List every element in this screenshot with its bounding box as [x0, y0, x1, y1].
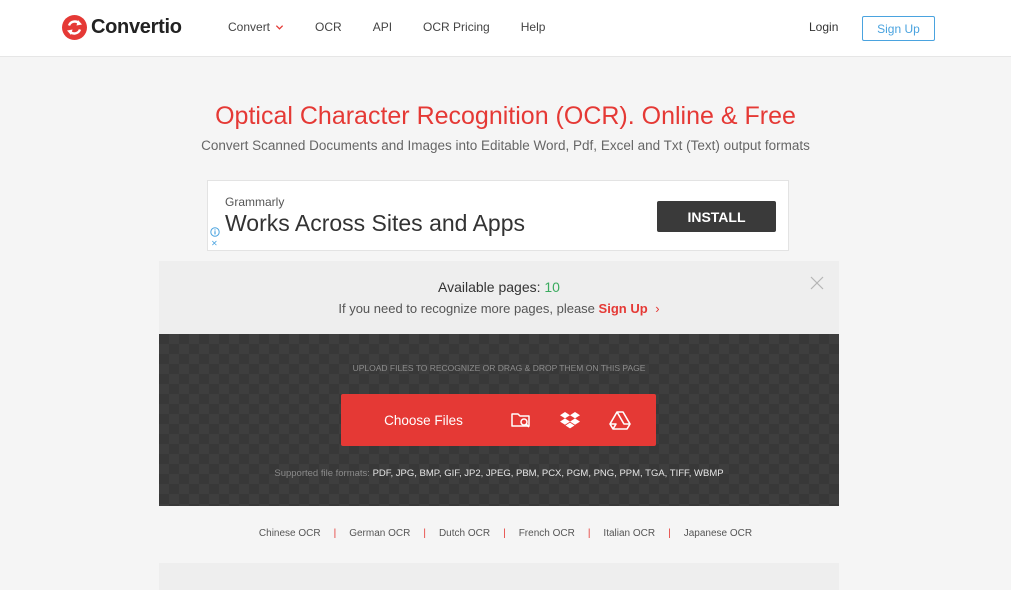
supported-formats-list: PDF, JPG, BMP, GIF, JP2, JPEG, PBM, PCX,…	[372, 468, 724, 479]
nav-ocr[interactable]: OCR	[315, 20, 342, 34]
supported-formats-label: Supported file formats:	[274, 468, 370, 479]
more-pages-text: If you need to recognize more pages, ple…	[338, 301, 595, 316]
ad-banner[interactable]: Grammarly Works Across Sites and Apps IN…	[207, 180, 789, 251]
signup-link-label: Sign Up	[598, 301, 648, 316]
dropbox-icon[interactable]	[559, 409, 581, 431]
convertio-logo-icon	[62, 15, 87, 40]
lang-link-french[interactable]: French OCR	[519, 528, 575, 539]
more-pages-message: If you need to recognize more pages, ple…	[159, 301, 839, 316]
lang-link-chinese[interactable]: Chinese OCR	[259, 528, 321, 539]
content-panel	[159, 563, 839, 590]
available-pages-panel: Available pages: 10 If you need to recog…	[159, 261, 839, 334]
nav-convert-label: Convert	[228, 20, 271, 34]
signup-button[interactable]: Sign Up	[862, 16, 935, 41]
lang-link-japanese[interactable]: Japanese OCR	[684, 528, 752, 539]
file-drop-zone[interactable]: UPLOAD FILES TO RECOGNIZE OR DRAG & DROP…	[159, 334, 839, 506]
nav-convert[interactable]: Convert	[228, 20, 284, 34]
separator: |	[423, 528, 426, 539]
ad-brand: Grammarly	[225, 195, 285, 209]
nav-api[interactable]: API	[373, 20, 392, 34]
available-pages-count: 10	[544, 279, 560, 295]
logo-text: Convertio	[91, 16, 182, 38]
separator: |	[668, 528, 671, 539]
login-link[interactable]: Login	[809, 20, 838, 34]
ad-install-button[interactable]: INSTALL	[657, 201, 776, 232]
main-nav: Convert OCR API OCR Pricing Help	[228, 20, 545, 34]
signup-link[interactable]: Sign Up ›	[599, 301, 660, 316]
google-drive-icon[interactable]	[609, 409, 631, 431]
supported-formats: Supported file formats: PDF, JPG, BMP, G…	[159, 468, 839, 479]
close-icon[interactable]	[810, 276, 824, 290]
folder-search-icon[interactable]	[510, 409, 532, 431]
lang-link-italian[interactable]: Italian OCR	[603, 528, 655, 539]
ad-close-icon[interactable]: ✕	[211, 240, 218, 248]
page-title: Optical Character Recognition (OCR). Onl…	[215, 102, 796, 130]
lang-link-german[interactable]: German OCR	[349, 528, 410, 539]
logo[interactable]: Convertio	[62, 15, 182, 40]
separator: |	[503, 528, 506, 539]
separator: |	[333, 528, 337, 539]
top-header: Convertio Convert OCR API OCR Pricing He…	[0, 0, 1011, 57]
chevron-down-icon	[275, 24, 284, 30]
language-links: Chinese OCR | German OCR | Dutch OCR | F…	[0, 528, 1011, 539]
choose-files-bar: Choose Files	[341, 394, 656, 446]
page-subtitle: Convert Scanned Documents and Images int…	[201, 138, 810, 153]
info-icon[interactable]	[210, 227, 220, 237]
nav-help[interactable]: Help	[521, 20, 546, 34]
nav-ocr-pricing[interactable]: OCR Pricing	[423, 20, 490, 34]
available-pages: Available pages: 10	[159, 279, 839, 295]
available-pages-label: Available pages:	[438, 279, 541, 295]
drop-hint: UPLOAD FILES TO RECOGNIZE OR DRAG & DROP…	[352, 363, 646, 373]
chevron-right-icon: ›	[655, 301, 660, 316]
separator: |	[587, 528, 591, 539]
choose-files-button[interactable]: Choose Files	[341, 394, 506, 446]
lang-link-dutch[interactable]: Dutch OCR	[439, 528, 490, 539]
ad-headline: Works Across Sites and Apps	[225, 210, 525, 236]
